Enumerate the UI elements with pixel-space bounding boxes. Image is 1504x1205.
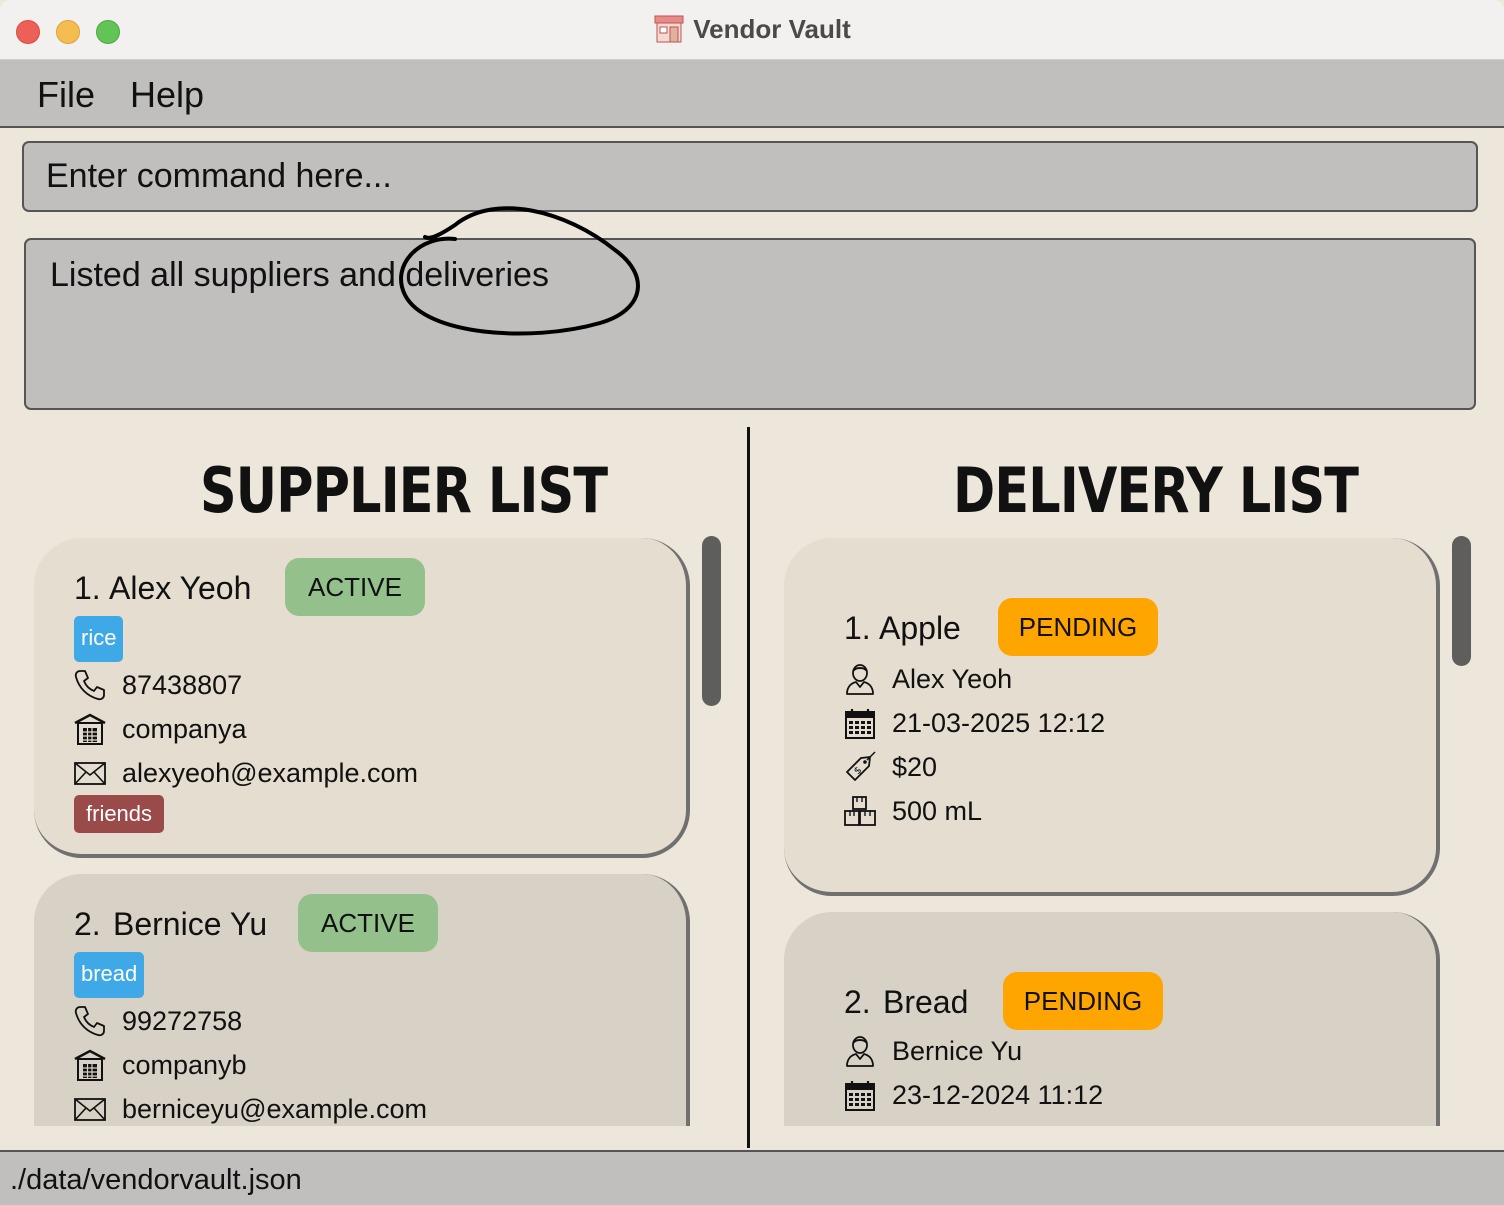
command-input[interactable] [24, 143, 1476, 210]
supplier-company: companyb [122, 1050, 247, 1080]
person-icon [846, 664, 874, 695]
phone-icon [74, 1006, 105, 1037]
delivery-status-badge: PENDING [998, 598, 1158, 656]
supplier-email: alexyeoh@example.com [122, 758, 419, 788]
person-icon [846, 1036, 874, 1067]
delivery-cost: $20 [892, 752, 938, 782]
delivery-list-heading: DELIVERY LIST [953, 454, 1359, 527]
delivery-list[interactable]: 1. Apple PENDING Alex Yeoh 21-03-2025 12… [784, 538, 1448, 1126]
delivery-product: Bread [883, 984, 969, 1020]
delivery-status-badge: PENDING [1003, 972, 1163, 1030]
supplier-index: 1. [74, 570, 101, 606]
building-icon [74, 1049, 106, 1081]
supplier-card[interactable]: 1. Alex Yeoh ACTIVE rice 87438807 compan… [34, 538, 690, 858]
supplier-index: 2. [74, 906, 101, 942]
supplier-list-scrollbar[interactable] [702, 536, 721, 706]
supplier-list[interactable]: 1. Alex Yeoh ACTIVE rice 87438807 compan… [34, 538, 698, 1126]
mail-icon [74, 1098, 106, 1121]
window-title-group: Vendor Vault [0, 14, 1504, 45]
app-store-icon [654, 15, 684, 43]
panel-divider [747, 427, 750, 1148]
command-box [22, 141, 1478, 212]
supplier-list-heading: SUPPLIER LIST [200, 454, 608, 527]
delivery-datetime: 23-12-2024 11:12 [892, 1080, 1104, 1110]
building-icon [74, 713, 106, 745]
result-message: Listed all suppliers and deliveries [50, 256, 549, 294]
phone-icon [74, 670, 105, 701]
mail-icon [74, 762, 106, 785]
product-tag: bread [74, 952, 145, 998]
delivery-list-scrollbar[interactable] [1452, 536, 1471, 666]
supplier-status-badge: ACTIVE [298, 894, 438, 952]
delivery-supplier: Bernice Yu [892, 1036, 1023, 1066]
delivery-quantity: 500 mL [892, 796, 983, 826]
supplier-card[interactable]: 2. Bernice Yu ACTIVE bread 99272758 comp… [34, 874, 690, 1126]
svg-text:$: $ [852, 765, 864, 777]
supplier-phone: 87438807 [122, 670, 243, 700]
menu-file[interactable]: File [37, 74, 95, 116]
delivery-index: 1. [844, 610, 871, 646]
supplier-name: Alex Yeoh [109, 570, 252, 606]
delivery-index: 2. [844, 984, 871, 1020]
result-display: Listed all suppliers and deliveries [24, 238, 1476, 410]
product-tag: rice [74, 616, 124, 662]
supplier-phone: 99272758 [122, 1006, 243, 1036]
title-bar: Vendor Vault [0, 0, 1504, 60]
status-bar: ./data/vendorvault.json [0, 1150, 1504, 1205]
calendar-icon [845, 709, 875, 739]
price-tag-icon: $ [846, 751, 876, 781]
delivery-card[interactable]: 2. Bread PENDING Bernice Yu 23-12-2024 1… [784, 912, 1440, 1126]
menu-bar: File Help [0, 60, 1504, 128]
supplier-name: Bernice Yu [113, 906, 268, 942]
supplier-email: berniceyu@example.com [122, 1094, 428, 1124]
supplier-company: companya [122, 714, 247, 744]
supplier-status-badge: ACTIVE [285, 558, 425, 616]
menu-help[interactable]: Help [130, 74, 204, 116]
delivery-card[interactable]: 1. Apple PENDING Alex Yeoh 21-03-2025 12… [784, 538, 1440, 896]
window-title: Vendor Vault [693, 14, 851, 44]
calendar-icon [845, 1081, 875, 1111]
group-tag: friends [74, 795, 165, 833]
delivery-supplier: Alex Yeoh [892, 664, 1013, 694]
delivery-product: Apple [879, 610, 961, 646]
boxes-icon [844, 796, 876, 826]
data-file-path: ./data/vendorvault.json [10, 1164, 302, 1196]
delivery-datetime: 21-03-2025 12:12 [892, 708, 1106, 738]
